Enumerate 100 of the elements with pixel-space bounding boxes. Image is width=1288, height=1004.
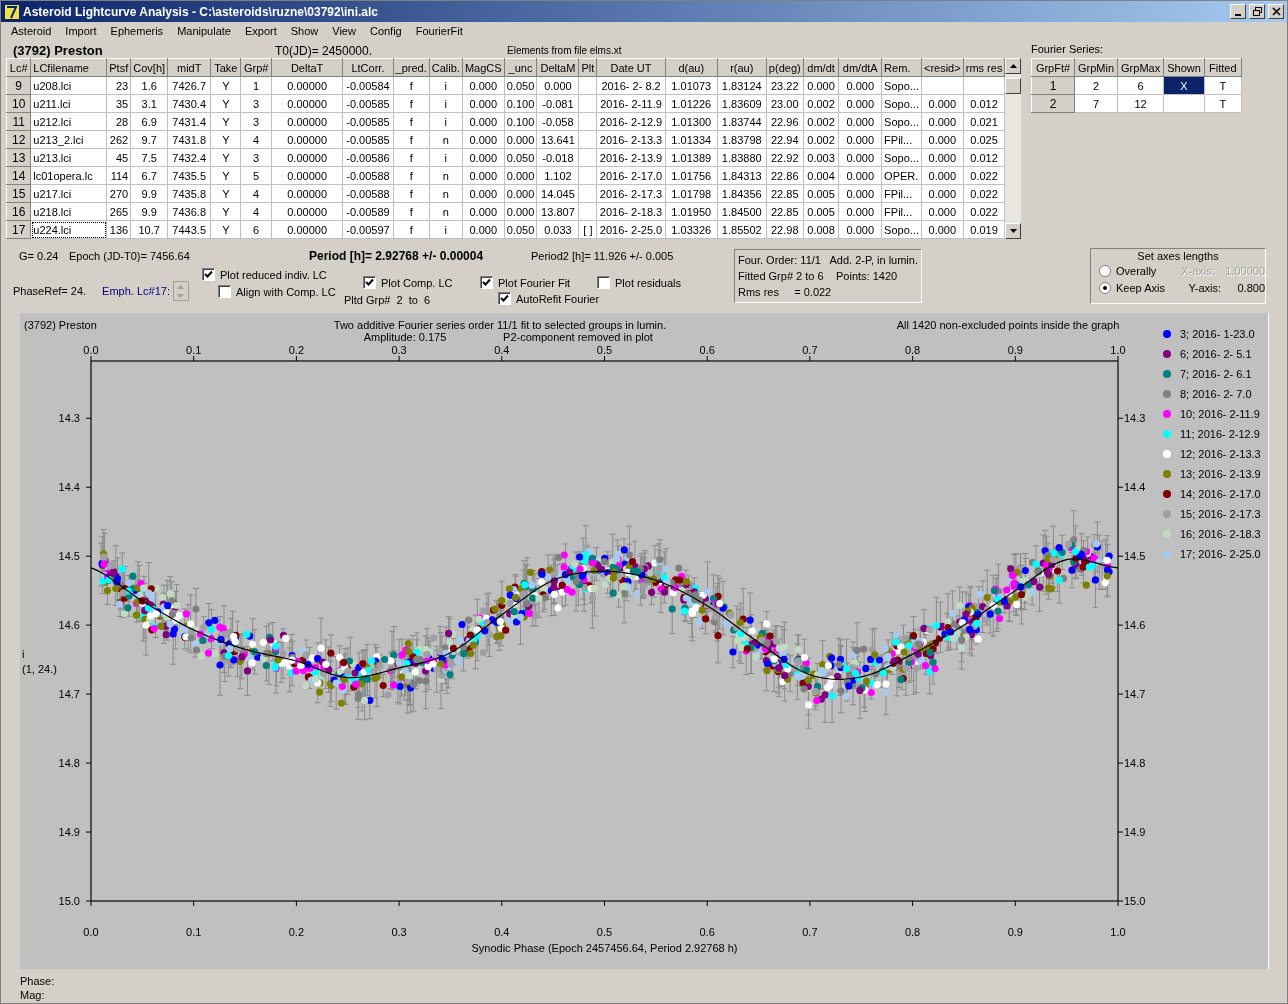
restore-button[interactable]	[1249, 4, 1265, 19]
menu-item[interactable]: Manipulate	[169, 25, 237, 37]
checkbox-label[interactable]: Plot Fourier Fit	[498, 276, 571, 289]
column-header[interactable]: Take	[210, 58, 241, 77]
checkbox-label[interactable]: Plot Comp. LC	[381, 276, 453, 289]
checkbox[interactable]	[202, 268, 215, 281]
column-header[interactable]: GrpMin	[1074, 58, 1118, 77]
g-value: G= 0.24	[19, 250, 60, 262]
column-header[interactable]: DeltaM	[536, 58, 579, 77]
menu-item[interactable]: Import	[57, 25, 103, 37]
minimize-button[interactable]	[1230, 4, 1246, 19]
table-cell: OPER.	[881, 166, 922, 185]
column-header[interactable]: dm/dt	[803, 58, 839, 77]
down-arrow-icon	[177, 293, 185, 298]
tick-label: 1.0	[1110, 344, 1126, 356]
table-cell: u208.lci	[30, 76, 107, 95]
column-header[interactable]: midT	[167, 58, 211, 77]
column-header[interactable]: Lc#	[6, 58, 31, 77]
column-header[interactable]: rms res	[963, 58, 1005, 77]
column-header[interactable]: r(au)	[717, 58, 767, 77]
radio-button[interactable]	[1099, 281, 1111, 294]
table-cell: 1.84313	[717, 166, 767, 185]
checkbox[interactable]	[363, 276, 376, 289]
table-cell: 2016- 2-13.9	[596, 148, 666, 167]
checkbox-label[interactable]: Align with Comp. LC	[236, 285, 336, 298]
menu-item[interactable]: FourierFit	[407, 25, 469, 37]
column-header[interactable]: Shown	[1163, 58, 1205, 77]
radio-label[interactable]: Keep Axis	[1116, 281, 1189, 294]
summary-text: Points: 1420	[836, 270, 898, 282]
checkbox[interactable]	[480, 276, 493, 289]
table-cell[interactable]: T	[1204, 94, 1242, 113]
menu-item[interactable]: Show	[282, 25, 325, 37]
checkbox-label[interactable]: Plot reduced indiv. LC	[220, 268, 327, 281]
menu-item[interactable]: Ephemeris	[102, 25, 170, 37]
close-button[interactable]	[1268, 4, 1284, 19]
table-cell: 265	[106, 202, 131, 221]
column-header[interactable]: _unc	[504, 58, 537, 77]
table-cell: 6	[240, 220, 272, 239]
tick-label: 14.6	[1124, 619, 1146, 632]
checkbox[interactable]	[597, 276, 610, 289]
table-cell: 0.022	[963, 184, 1005, 203]
scrollbar[interactable]	[1005, 58, 1021, 239]
elements-note: Elements from file elms.xt	[507, 45, 622, 58]
table-cell: 3	[240, 94, 272, 113]
column-header[interactable]: Ptsf	[106, 58, 131, 77]
menu-item[interactable]: View	[324, 25, 362, 37]
column-header[interactable]: dm/dtA	[838, 58, 882, 77]
column-header[interactable]: d(au)	[665, 58, 718, 77]
column-header[interactable]: Rem.	[881, 58, 922, 77]
tick-label: 0.2	[288, 926, 305, 938]
table-cell[interactable]: 12	[1117, 94, 1164, 113]
column-header[interactable]: Fitted	[1204, 58, 1242, 77]
column-header[interactable]: _pred.	[393, 58, 430, 77]
table-cell: -0.00586	[342, 148, 394, 167]
checkbox[interactable]	[498, 292, 511, 305]
table-cell[interactable]: 2	[1074, 76, 1118, 95]
scroll-down-button[interactable]	[1005, 223, 1021, 239]
checkbox[interactable]	[218, 285, 231, 298]
menu-item[interactable]: Export	[236, 25, 283, 37]
table-cell: 1.6	[130, 76, 168, 95]
column-header[interactable]: GrpFt#	[1031, 58, 1075, 77]
table-cell: 0.000	[462, 130, 505, 149]
table-cell: Y	[210, 148, 241, 167]
checkbox-label[interactable]: Plot residuals	[615, 276, 682, 289]
column-header[interactable]: LCfilename	[30, 58, 107, 77]
column-header[interactable]: GrpMax	[1117, 58, 1164, 77]
table-cell: 0.000	[462, 94, 505, 113]
column-header[interactable]: p(deg)	[766, 58, 804, 77]
column-header[interactable]: Grp#	[240, 58, 272, 77]
column-header[interactable]: <resid>	[921, 58, 964, 77]
table-cell[interactable]: T	[1204, 76, 1242, 95]
table-cell[interactable]: 6	[1117, 76, 1164, 95]
table-cell[interactable]: 7	[1074, 94, 1118, 113]
menu-item[interactable]: Config	[361, 25, 408, 37]
column-header[interactable]: MagCS	[462, 58, 505, 77]
column-header[interactable]: DeltaT	[271, 58, 343, 77]
tick-label: 14.9	[58, 826, 80, 839]
table-cell: FPil...	[881, 130, 922, 149]
column-header[interactable]: Cov[h]	[130, 58, 168, 77]
table-cell: 0.000	[838, 148, 882, 167]
table-cell: -0.00588	[342, 166, 394, 185]
scroll-thumb[interactable]	[1005, 78, 1021, 94]
table-cell: u211.lci	[30, 94, 107, 113]
table-cell: Sopo...	[881, 76, 922, 95]
tick-label: 0.8	[904, 926, 921, 938]
table-cell: -0.00588	[342, 184, 394, 203]
checkbox-label[interactable]: AutoRefit Fourier	[516, 292, 600, 305]
scroll-up-button[interactable]	[1005, 58, 1021, 74]
column-header[interactable]: LtCorr.	[342, 58, 394, 77]
table-cell: 7443.5	[167, 220, 211, 239]
table-cell: 0.00000	[271, 148, 343, 167]
table-cell: 0.100	[504, 112, 537, 131]
table-cell: 22.94	[766, 130, 804, 149]
column-header[interactable]: Calib.	[429, 58, 463, 77]
tick-label: 15.0	[58, 895, 80, 907]
table-cell: i	[429, 94, 463, 113]
menu-item[interactable]: Asteroid	[3, 25, 58, 37]
table-cell: 7430.4	[167, 94, 211, 113]
column-header[interactable]: Date UT	[596, 58, 666, 77]
table-cell[interactable]	[1163, 94, 1205, 113]
